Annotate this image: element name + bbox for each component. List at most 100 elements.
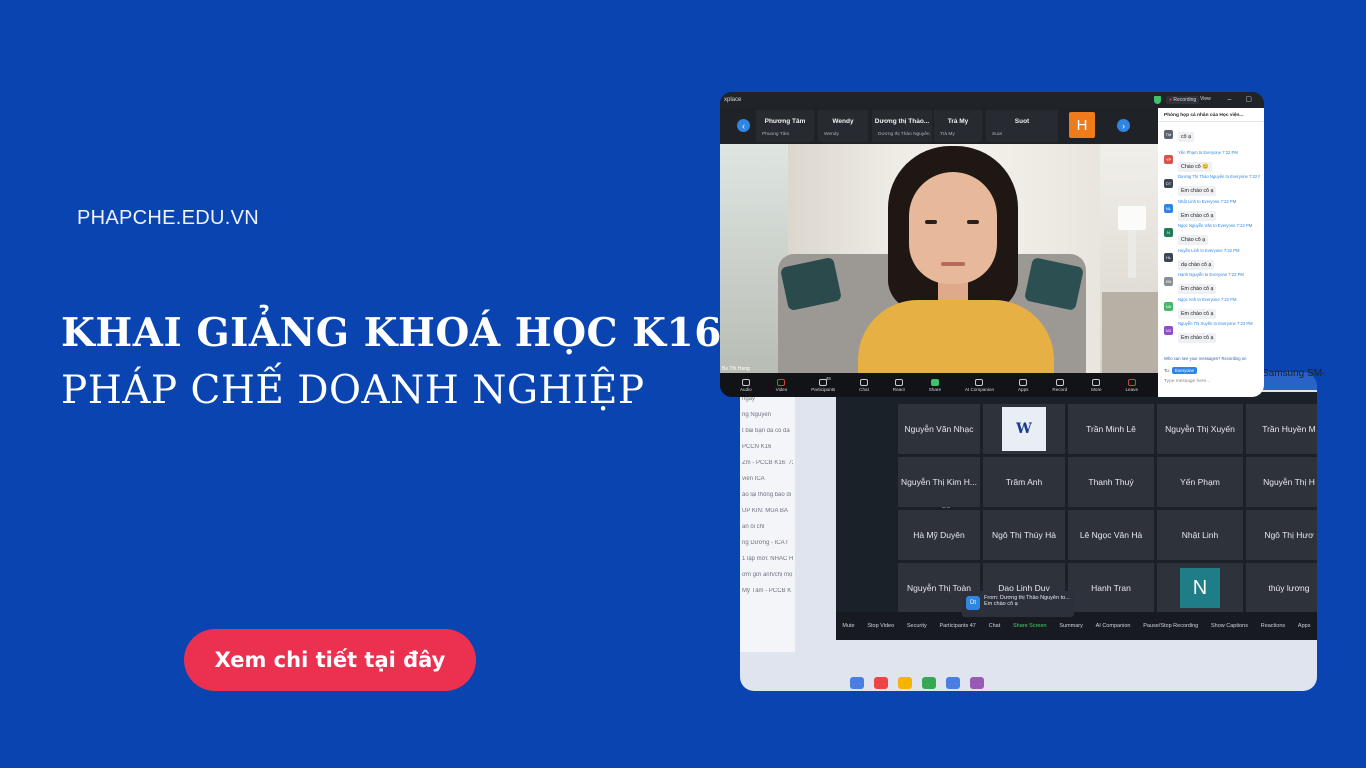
toolbar-icon xyxy=(860,378,869,386)
toolbar-button: Apps xyxy=(1017,378,1029,392)
toolbar-icon xyxy=(930,378,939,386)
toolbar-button: Security xyxy=(906,623,927,629)
chat-message: NL Nhật Linh to Everyone 7:22 PM Em chào c… xyxy=(1158,196,1264,221)
conversation-snippet: t bài bạn đã có đã xyxy=(742,428,790,434)
participant-name: Suot xyxy=(1014,118,1030,125)
taskbar-app-icon xyxy=(946,677,960,689)
participant-tile: Yến Phạm xyxy=(1157,457,1243,507)
chat-text: Em chào cô ạ xyxy=(1178,284,1217,294)
gallery-view-screen: ◀ 2/2 Nguyễn Văn NhạcWTrần Minh LêNguyễn… xyxy=(836,392,1317,637)
participant-name: Trà My xyxy=(947,118,969,125)
speaker-shirt xyxy=(858,300,1054,373)
chat-input: Type message here... xyxy=(1164,379,1211,384)
participant-grid: Nguyễn Văn Nhạc W Trần Minh Lê Nguyễn Thị X… xyxy=(898,404,1317,614)
participant-tile: Nguyễn Văn Nhạc xyxy=(898,404,980,454)
conversation-snippet: viên ICA xyxy=(742,476,765,482)
toolbar-button: Stop Video xyxy=(867,623,895,629)
toolbar-button: Reactions xyxy=(1260,623,1286,629)
strip-participant-tile: Trà My Trà My xyxy=(934,110,982,142)
side-table xyxy=(1102,292,1158,373)
see-details-button[interactable]: Xem chi tiết tại đây xyxy=(184,629,476,691)
toolbar-button: React xyxy=(893,378,905,392)
avatar: HN xyxy=(1164,277,1173,286)
eye xyxy=(925,220,937,224)
participant-tile: Trần Minh Lê xyxy=(1068,404,1154,454)
chat-sender: Hạnh Nguyễn to Everyone 7:22 PM xyxy=(1178,272,1244,277)
chat-text: Em chào cô ạ xyxy=(1178,333,1217,343)
participant-count: 48 xyxy=(825,375,831,381)
participant-name: thúy lương xyxy=(1268,583,1310,593)
participant-name: Trần Huyền M xyxy=(1262,424,1316,434)
toolbar-button: Show Captions xyxy=(1210,623,1248,629)
chat-text: Chào cô 😊 xyxy=(1178,161,1212,172)
chat-message-list: TM cô ạ YP Yến Phạm to Everyone 7:22 PM Chào… xyxy=(1158,122,1264,343)
toolbar-icon xyxy=(1055,378,1064,386)
participant-tile: Lê Ngọc Vân Hà xyxy=(1068,510,1154,560)
gallery-screenshot-photo: ngày ng Nguyen t bài bạn đã có đã PCCN K16 Z… xyxy=(740,372,1317,691)
chat-recipient-select: Everyone xyxy=(1172,367,1198,374)
toolbar-button: Apps xyxy=(1297,623,1311,629)
participant-tile: N xyxy=(1157,563,1243,613)
site-url: PHAPCHE.EDU.VN xyxy=(77,207,260,229)
participant-name: Thanh Thuý xyxy=(1088,477,1134,487)
lamp xyxy=(1118,206,1146,230)
toolbar-button: Mute xyxy=(842,623,855,629)
toolbar-button: More xyxy=(1091,378,1102,392)
avatar: HL xyxy=(1164,252,1173,262)
chat-message: N Ngọc Nguyễn Văn to Everyone 7:22 PM Chào… xyxy=(1158,220,1264,245)
conversation-snippet: UP KÍN: MUA BÁ xyxy=(742,508,788,514)
toolbar-label: More xyxy=(1091,386,1102,392)
participant-tile: Ngô Thị Hươ xyxy=(1246,510,1317,560)
eye xyxy=(967,220,979,224)
toolbar-label: AI Companion xyxy=(964,386,995,392)
conversation-snippet: ng Nguyen xyxy=(742,412,772,418)
participant-tile: Nguyễn Thị H xyxy=(1246,457,1317,507)
conversation-snippet: PCCN K16 xyxy=(742,444,772,450)
participant-sub-name: Wendy xyxy=(824,132,839,137)
participant-name: Nguyễn Thị Toàn xyxy=(907,583,971,593)
taskbar-app-icon xyxy=(970,677,984,689)
meeting-toolbar: Audio Video Participants 48 Chat React Share AI… xyxy=(720,373,1158,397)
taskbar-app-icon xyxy=(898,677,912,689)
toolbar-button: AI Companion xyxy=(964,378,995,392)
participant-name: Ngô Thị Thúy Hà xyxy=(992,530,1056,540)
chat-header: Phòng họp cá nhân của Học viện... xyxy=(1158,108,1264,122)
participant-name: Nguyễn Thị Xuyến xyxy=(1165,424,1235,434)
chat-toast: Dt From: Dương thị Thảo Nguyên to... Em … xyxy=(962,591,1074,617)
avatar: N xyxy=(1180,568,1220,608)
window-title: xplace xyxy=(724,97,742,103)
participant-sub-name: Phuong Tâm xyxy=(762,132,790,137)
participant-name: Trần Minh Lê xyxy=(1086,424,1136,434)
video-name-label: Bo Thi Hang xyxy=(722,366,750,372)
toolbar-icon xyxy=(777,378,786,386)
participant-name: Lê Ngọc Vân Hà xyxy=(1079,530,1143,540)
chat-sender: Ngọc Nguyễn Văn to Everyone 7:22 PM xyxy=(1178,223,1253,228)
avatar: NA xyxy=(1164,301,1173,311)
meeting-screenshot: xplace ● Recording View ‒ ▢ ‹ H › Phương… xyxy=(720,92,1264,397)
toolbar-button: Pause/Stop Recording xyxy=(1143,623,1199,629)
participant-tile: Nguyễn Thị Kim H... xyxy=(898,457,980,507)
toolbar-button: Share Screen xyxy=(1012,623,1047,629)
conversation-snippet: ởm gửi anh/chị mọ xyxy=(742,572,793,578)
participant-name: Yến Phạm xyxy=(1180,477,1220,487)
meeting-toolbar-back: Mute Stop Video Security Participants 47 Cha… xyxy=(836,612,1317,640)
conversation-snippet: Mỹ Tâm - PCCB K xyxy=(742,588,792,594)
toolbar-label: Apps xyxy=(1017,386,1029,392)
chat-message: DT Dương Thị Thảo Nguyên to Everyone 7:22… xyxy=(1158,171,1264,196)
chat-message: HN Hạnh Nguyễn to Everyone 7:22 PM Em chào… xyxy=(1158,269,1264,294)
taskbar-app-icon xyxy=(850,677,864,689)
toolbar-icon xyxy=(1092,378,1101,386)
avatar: H xyxy=(1069,112,1095,138)
lamp-base xyxy=(1128,230,1136,278)
chat-message: NX Nguyễn Thị Xuyến to Everyone 7:23 PM Em… xyxy=(1158,318,1264,343)
participant-tile: Trần Huyền M xyxy=(1246,404,1317,454)
conversation-snippet: ảo lại thông báo đi xyxy=(742,492,792,498)
participant-name: Trâm Anh xyxy=(1005,477,1043,487)
toolbar-icon xyxy=(1019,378,1028,386)
window-controls: ‒ ▢ xyxy=(1227,96,1258,103)
toast-text: Em chào cô ạ xyxy=(984,601,1018,607)
toolbar-label: Audio xyxy=(739,386,752,392)
chat-recipient: To: Everyone xyxy=(1164,367,1198,374)
participant-tile: Trâm Anh xyxy=(983,457,1065,507)
recording-badge: ● Recording xyxy=(1166,96,1200,104)
